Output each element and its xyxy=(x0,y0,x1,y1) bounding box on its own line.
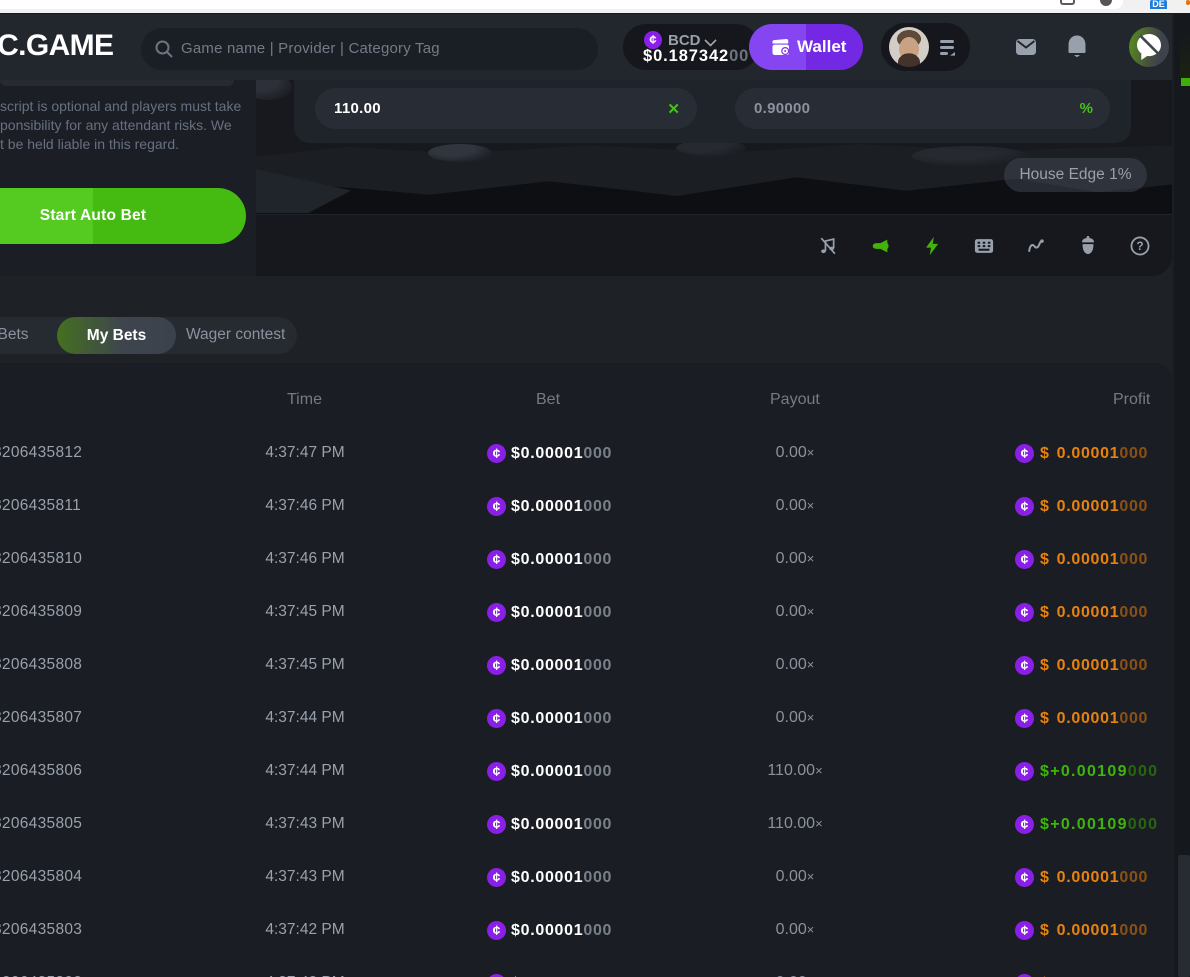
svg-text:?: ? xyxy=(1136,239,1143,253)
